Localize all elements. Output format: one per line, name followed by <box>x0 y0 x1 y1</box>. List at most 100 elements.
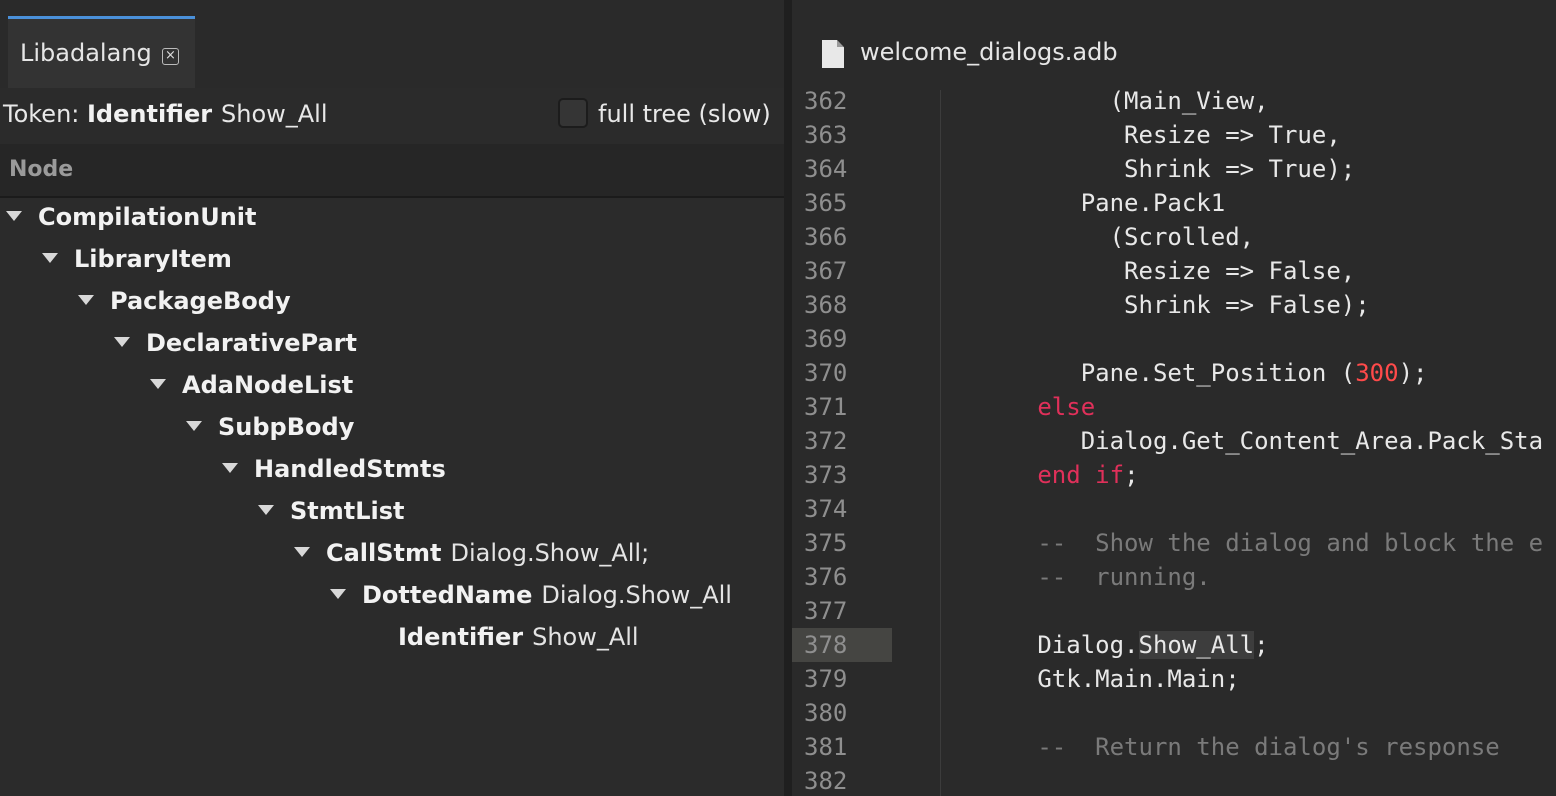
expander-down-icon[interactable] <box>222 463 238 473</box>
column-header-node[interactable]: Node <box>0 144 784 198</box>
code-line[interactable]: 379 Gtk.Main.Main; <box>792 662 1556 696</box>
code-line[interactable]: 377 <box>792 594 1556 628</box>
code-token: ); <box>1398 359 1428 387</box>
tree-node-libraryitem[interactable]: LibraryItem <box>42 245 232 285</box>
tree-node-packagebody[interactable]: PackageBody <box>78 287 291 327</box>
tab-libadalang[interactable]: Libadalang × <box>8 16 195 88</box>
expander-down-icon[interactable] <box>78 295 94 305</box>
line-number: 378 <box>804 631 848 659</box>
token-name: Show_All <box>221 100 328 128</box>
line-number: 363 <box>804 121 848 149</box>
tab-file-name[interactable]: welcome_dialogs.adb <box>860 38 1118 66</box>
code-text: (Scrolled, <box>994 220 1255 254</box>
code-token: Pane.Set_Position ( <box>994 359 1356 387</box>
tree-node-adanodelist[interactable]: AdaNodeList <box>150 371 353 411</box>
code-line[interactable]: 371 else <box>792 390 1556 424</box>
node-kind: HandledStmts <box>254 455 446 483</box>
code-token: 300 <box>1355 359 1399 387</box>
tree-node-compilationunit[interactable]: CompilationUnit <box>6 203 256 243</box>
code-line[interactable]: 369 <box>792 322 1556 356</box>
tree-node-handledstmts[interactable]: HandledStmts <box>222 455 446 495</box>
expander-down-icon[interactable] <box>294 547 310 557</box>
code-editor[interactable]: 362 (Main_View, 363 Resize => True, 364 Sh… <box>792 90 1556 796</box>
pane-splitter[interactable] <box>784 0 792 796</box>
line-number: 366 <box>804 223 848 251</box>
code-token: Resize => False, <box>994 257 1356 285</box>
code-line[interactable]: 373 end if; <box>792 458 1556 492</box>
file-icon <box>822 40 844 68</box>
code-line[interactable]: 368 Shrink => False); <box>792 288 1556 322</box>
column-header-label: Node <box>9 157 74 182</box>
code-token: Dialog.Get_Content_Area.Pack_Sta <box>994 427 1544 455</box>
code-text: Gtk.Main.Main; <box>994 662 1239 696</box>
expander-down-icon[interactable] <box>114 337 130 347</box>
line-number: 371 <box>804 393 848 421</box>
code-line[interactable]: 382 <box>792 764 1556 796</box>
code-text: Resize => True, <box>994 118 1341 152</box>
code-line[interactable]: 362 (Main_View, <box>792 90 1556 118</box>
expander-down-icon[interactable] <box>150 379 166 389</box>
code-line[interactable]: 367 Resize => False, <box>792 254 1556 288</box>
code-line[interactable]: 380 <box>792 696 1556 730</box>
full-tree-label[interactable]: full tree (slow) <box>598 100 771 128</box>
code-line[interactable]: 372 Dialog.Get_Content_Area.Pack_Sta <box>792 424 1556 458</box>
code-token: (Scrolled, <box>994 223 1255 251</box>
line-number: 372 <box>804 427 848 455</box>
code-text: (Main_View, <box>994 90 1269 118</box>
node-kind: LibraryItem <box>74 245 232 273</box>
node-kind: CallStmt <box>326 539 442 567</box>
tree-node-subpbody[interactable]: SubpBody <box>186 413 354 453</box>
code-text: -- Return the dialog's response <box>994 730 1500 764</box>
code-token: ; <box>1254 631 1269 659</box>
node-detail: Show_All <box>532 623 639 651</box>
tree-node-callstmt[interactable]: CallStmt Dialog.Show_All; <box>294 539 649 579</box>
editor-tab-bar: welcome_dialogs.adb <box>792 0 1556 90</box>
line-number: 374 <box>804 495 848 523</box>
tree-node-dottedname[interactable]: DottedName Dialog.Show_All <box>330 581 732 621</box>
tree-node-declarativepart[interactable]: DeclarativePart <box>114 329 357 369</box>
code-line[interactable]: 364 Shrink => True); <box>792 152 1556 186</box>
code-line[interactable]: 365 Pane.Pack1 <box>792 186 1556 220</box>
line-number: 373 <box>804 461 848 489</box>
close-icon[interactable]: × <box>162 48 179 65</box>
node-kind: CompilationUnit <box>38 203 257 231</box>
code-line[interactable]: 376 -- running. <box>792 560 1556 594</box>
node-kind: AdaNodeList <box>182 371 354 399</box>
code-line[interactable]: 378 Dialog.Show_All; <box>792 628 1556 662</box>
expander-down-icon[interactable] <box>42 253 58 263</box>
code-text: -- running. <box>994 560 1210 594</box>
code-line[interactable]: 363 Resize => True, <box>792 118 1556 152</box>
code-text: Shrink => False); <box>994 288 1370 322</box>
node-detail: Dialog.Show_All; <box>450 539 650 567</box>
node-kind: SubpBody <box>218 413 355 441</box>
tree-node-identifier[interactable]: Identifier Show_All <box>398 623 639 663</box>
code-token: else <box>1037 393 1096 421</box>
code-text: Pane.Pack1 <box>994 186 1226 220</box>
left-tab-bar: Libadalang × <box>0 0 784 88</box>
code-text: Dialog.Get_Content_Area.Pack_Sta <box>994 424 1543 458</box>
line-number: 367 <box>804 257 848 285</box>
node-kind: DeclarativePart <box>146 329 357 357</box>
code-line[interactable]: 375 -- Show the dialog and block the e <box>792 526 1556 560</box>
expander-down-icon[interactable] <box>258 505 274 515</box>
tree-node-stmtlist[interactable]: StmtList <box>258 497 405 537</box>
line-number: 379 <box>804 665 848 693</box>
line-number: 365 <box>804 189 848 217</box>
full-tree-checkbox[interactable] <box>558 98 588 128</box>
expander-down-icon[interactable] <box>186 421 202 431</box>
line-number: 381 <box>804 733 848 761</box>
code-line[interactable]: 381 -- Return the dialog's response <box>792 730 1556 764</box>
code-line[interactable]: 370 Pane.Set_Position (300); <box>792 356 1556 390</box>
code-token: Dialog. <box>994 631 1139 659</box>
code-text: Pane.Set_Position (300); <box>994 356 1428 390</box>
line-number: 380 <box>804 699 848 727</box>
code-line[interactable]: 366 (Scrolled, <box>792 220 1556 254</box>
expander-down-icon[interactable] <box>330 589 346 599</box>
expander-down-icon[interactable] <box>6 211 22 221</box>
token-kind: Identifier <box>87 100 213 128</box>
code-token: -- Return the dialog's response <box>994 733 1500 761</box>
code-line[interactable]: 374 <box>792 492 1556 526</box>
node-kind: Identifier <box>398 623 524 651</box>
line-number: 382 <box>804 767 848 795</box>
